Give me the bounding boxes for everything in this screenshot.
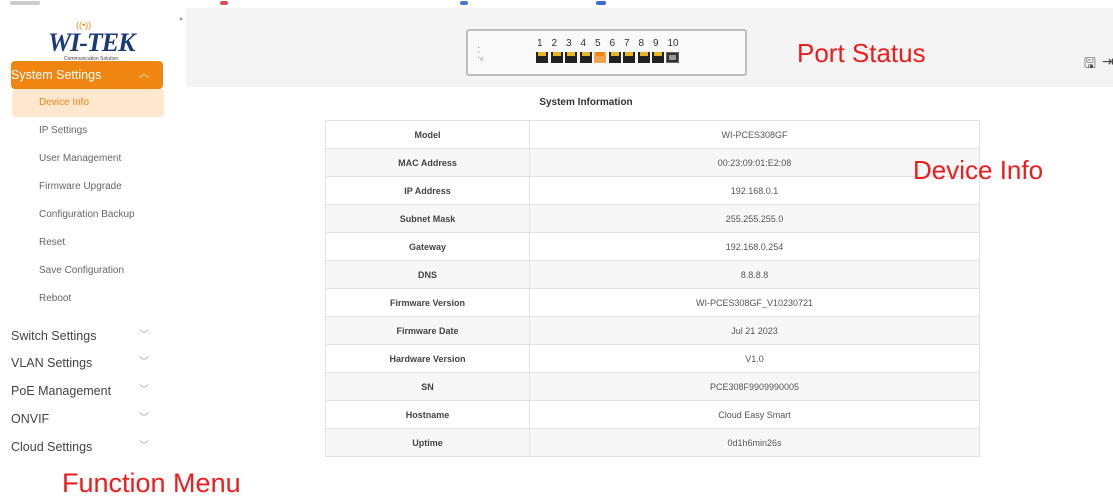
chevron-up-icon: ︿	[139, 69, 149, 80]
table-row: IP Address 192.168.0.1	[325, 176, 980, 205]
row-value: WI-PCES308GF	[529, 120, 980, 149]
chevron-down-icon: ﹀	[139, 385, 149, 396]
row-label: Firmware Version	[325, 288, 530, 317]
browser-strip	[0, 0, 1113, 8]
ethernet-port-icon[interactable]	[536, 52, 548, 63]
ethernet-port-icon[interactable]	[637, 52, 650, 63]
row-value: 192.168.0.1	[529, 176, 980, 205]
row-label: Uptime	[325, 428, 530, 457]
function-menu-annotation: Function Menu	[62, 468, 241, 498]
row-label: Gateway	[325, 232, 530, 261]
row-value: Cloud Easy Smart	[529, 400, 980, 429]
chevron-down-icon: ﹀	[139, 330, 149, 341]
row-label: Hostname	[325, 400, 530, 429]
table-row: Subnet Mask 255.255.255.0	[325, 204, 980, 233]
menu-group-label: VLAN Settings	[11, 356, 93, 370]
sidebar-item-save-configuration[interactable]: Save Configuration	[12, 257, 164, 285]
ethernet-port-active-icon[interactable]	[594, 52, 606, 63]
device-info-annotation: Device Info	[913, 155, 1044, 185]
port-status-annotation: Port Status	[797, 38, 926, 68]
sidebar-item-firmware-upgrade[interactable]: Firmware Upgrade	[12, 173, 164, 201]
logout-icon[interactable]: ⇥	[1102, 53, 1113, 70]
ethernet-port-icon[interactable]	[623, 52, 635, 63]
ethernet-port-icon[interactable]	[550, 52, 563, 63]
sidebar-scrollbar[interactable]: ▲	[176, 14, 186, 464]
menu-group-onvif[interactable]: ONVIF ﹀	[11, 405, 163, 433]
ethernet-port-icon[interactable]	[565, 52, 577, 63]
row-value: 255.255.255.0	[529, 204, 980, 233]
row-value: PCE308F9909990005	[529, 372, 980, 401]
row-value: 192.168.0.254	[529, 232, 980, 261]
ethernet-port-icon[interactable]	[608, 52, 621, 63]
scroll-up-icon[interactable]: ▲	[178, 16, 184, 22]
menu-group-label: ONVIF	[11, 412, 50, 426]
sidebar-item-configuration-backup[interactable]: Configuration Backup	[12, 201, 164, 229]
table-row: MAC Address 00:23:09:01:E2:08	[325, 148, 980, 177]
menu-group-system-settings[interactable]: System Settings ︿	[11, 61, 163, 89]
row-label: SN	[325, 372, 530, 401]
menu-group-label: Switch Settings	[11, 329, 97, 343]
logo-text: WI-TEK	[48, 28, 135, 57]
menu-group-label: Cloud Settings	[11, 440, 93, 454]
panel-dots-icon: · · · °	[477, 42, 484, 68]
system-information-title: System Information	[539, 97, 633, 108]
save-icon[interactable]: 🖫	[1084, 53, 1096, 77]
table-row: Hostname Cloud Easy Smart	[325, 400, 980, 429]
table-row: Model WI-PCES308GF	[325, 120, 980, 149]
function-menu: ((•)) WI-TEK Communication Solution Syst…	[0, 8, 176, 468]
chevron-down-icon: ﹀	[139, 413, 149, 424]
port-label: 6	[609, 38, 616, 49]
table-row: Gateway 192.168.0.254	[325, 232, 980, 261]
table-row: Hardware Version V1.0	[325, 344, 980, 373]
row-label: Model	[325, 120, 530, 149]
menu-group-vlan-settings[interactable]: VLAN Settings ﹀	[11, 349, 163, 377]
row-value: V1.0	[529, 344, 980, 373]
ethernet-port-icon[interactable]	[579, 52, 592, 63]
port-label: 5	[595, 38, 601, 49]
table-row: DNS 8.8.8.8	[325, 260, 980, 289]
row-label: Subnet Mask	[325, 204, 530, 233]
sfp-port-icon[interactable]	[666, 52, 679, 63]
port-label: 10	[667, 38, 679, 49]
row-label: DNS	[325, 260, 530, 289]
port-label: 9	[653, 38, 659, 49]
menu-group-switch-settings[interactable]: Switch Settings ﹀	[11, 322, 163, 350]
row-value: 0d1h6min26s	[529, 428, 980, 457]
menu-group-label: System Settings	[11, 68, 102, 82]
table-row: Firmware Date Jul 21 2023	[325, 316, 980, 345]
sidebar-item-reboot[interactable]: Reboot	[12, 285, 164, 313]
table-row: Firmware Version WI-PCES308GF_V10230721	[325, 288, 980, 317]
row-label: Hardware Version	[325, 344, 530, 373]
port-label: 7	[624, 38, 630, 49]
port-status-panel: · · · ° 1 2 3 4 5 6 7 8 9 10	[466, 29, 747, 76]
port-label: 3	[566, 38, 572, 49]
row-value: 00:23:09:01:E2:08	[529, 148, 980, 177]
table-row: SN PCE308F9909990005	[325, 372, 980, 401]
menu-group-label: PoE Management	[11, 384, 112, 398]
ethernet-port-icon[interactable]	[652, 52, 664, 63]
row-value: WI-PCES308GF_V10230721	[529, 288, 980, 317]
row-label: MAC Address	[325, 148, 530, 177]
system-information-table: Model WI-PCES308GF MAC Address 00:23:09:01…	[325, 120, 980, 457]
sidebar-item-device-info[interactable]: Device Info	[12, 89, 164, 117]
menu-group-cloud-settings[interactable]: Cloud Settings ﹀	[11, 433, 163, 461]
port-label: 8	[638, 38, 645, 49]
row-value: Jul 21 2023	[529, 316, 980, 345]
sidebar-item-ip-settings[interactable]: IP Settings	[12, 117, 164, 145]
port-label: 4	[580, 38, 587, 49]
chevron-down-icon: ﹀	[139, 357, 149, 368]
wi-tek-logo[interactable]: ((•)) WI-TEK Communication Solution	[48, 20, 148, 66]
port-label: 1	[537, 38, 543, 49]
row-label: Firmware Date	[325, 316, 530, 345]
row-value: 8.8.8.8	[529, 260, 980, 289]
port-number-labels: 1 2 3 4 5 6 7 8 9 10	[537, 38, 682, 49]
menu-group-poe-management[interactable]: PoE Management ﹀	[11, 377, 163, 405]
sidebar-item-reset[interactable]: Reset	[12, 229, 164, 257]
port-label: 2	[551, 38, 558, 49]
port-status-header: · · · ° 1 2 3 4 5 6 7 8 9 10 Port Status 🖫 ⇥	[186, 8, 1113, 87]
row-label: IP Address	[325, 176, 530, 205]
sidebar-item-user-management[interactable]: User Management	[12, 145, 164, 173]
chevron-down-icon: ﹀	[139, 441, 149, 452]
table-row: Uptime 0d1h6min26s	[325, 428, 980, 457]
